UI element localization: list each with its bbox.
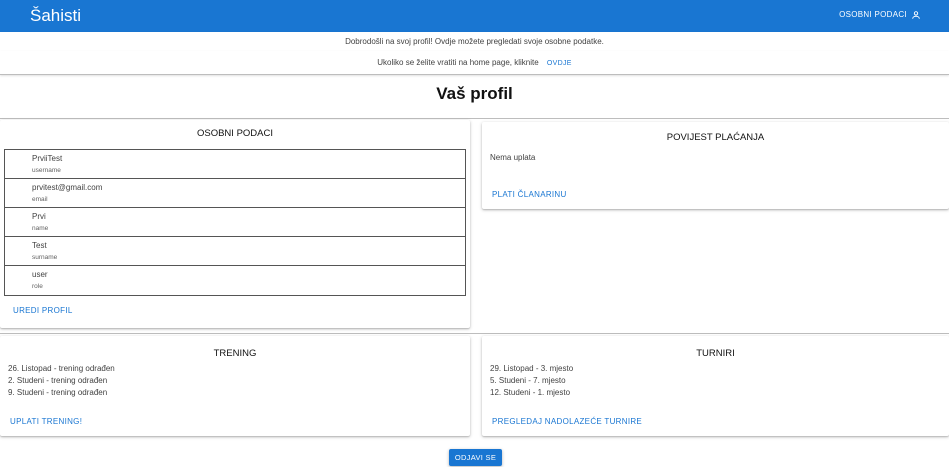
- osobni-podaci-nav-button[interactable]: OSOBNI PODACI: [839, 8, 921, 22]
- logout-button[interactable]: ODJAVI SE: [449, 449, 502, 466]
- list-item: 26. Listopad - trening odrađen: [8, 364, 115, 373]
- tournaments-list: 29. Listopad - 3. mjesto 5. Studeni - 7.…: [490, 363, 573, 399]
- home-text: Ukoliko se želite vratiti na home page, …: [377, 58, 539, 67]
- list-item: 29. Listopad - 3. mjesto: [490, 364, 574, 373]
- edit-profile-button[interactable]: UREDI PROFIL: [13, 306, 73, 315]
- tournaments-card: TURNIRI 29. Listopad - 3. mjesto 5. Stud…: [482, 336, 949, 436]
- training-list: 26. Listopad - trening odrađen 2. Studen…: [8, 363, 115, 399]
- training-title: TRENING: [213, 348, 257, 359]
- pay-training-button[interactable]: UPLATI TRENING!: [10, 417, 82, 426]
- no-payments-text: Nema uplata: [490, 153, 536, 162]
- person-icon: [912, 11, 920, 19]
- personal-data-row: user role: [5, 266, 465, 295]
- role-value: user: [32, 270, 48, 279]
- role-label: role: [32, 283, 43, 290]
- training-card: TRENING 26. Listopad - trening odrađen 2…: [0, 336, 470, 436]
- surname-value: Test: [32, 241, 47, 250]
- divider: [0, 118, 949, 119]
- home-link-button[interactable]: OVDJE: [547, 60, 572, 67]
- payment-history-card: POVIJEST PLAĆANJA Nema uplata PLATI ČLAN…: [482, 122, 949, 209]
- welcome-text: Dobrodošli na svoj profil! Ovdje možete …: [345, 37, 604, 46]
- personal-data-table: PrviiTest username prvitest@gmail.com em…: [4, 149, 466, 296]
- payment-history-title: POVIJEST PLAĆANJA: [666, 132, 765, 143]
- personal-data-row: prvitest@gmail.com email: [5, 179, 465, 208]
- welcome-banner: Dobrodošli na svoj profil! Ovdje možete …: [0, 32, 949, 51]
- list-item: 5. Studeni - 7. mjesto: [490, 376, 566, 385]
- list-item: 9. Studeni - trening odrađen: [8, 388, 108, 397]
- username-label: username: [32, 167, 61, 174]
- view-upcoming-tournaments-button[interactable]: PREGLEDAJ NADOLAZEĆE TURNIRE: [492, 417, 642, 426]
- page-title: Vaš profil: [436, 84, 513, 103]
- home-banner: Ukoliko se želite vratiti na home page, …: [0, 51, 949, 75]
- list-item: 2. Studeni - trening odrađen: [8, 376, 108, 385]
- username-value: PrviiTest: [32, 154, 63, 163]
- email-value: prvitest@gmail.com: [32, 183, 103, 192]
- personal-data-row: Prvi name: [5, 208, 465, 237]
- email-label: email: [32, 196, 48, 203]
- name-label: name: [32, 225, 49, 232]
- personal-data-card: OSOBNI PODACI PrviiTest username prvites…: [0, 120, 470, 328]
- app-title: Šahisti: [30, 6, 82, 25]
- personal-data-row: Test surname: [5, 237, 465, 266]
- app-bar: Šahisti OSOBNI PODACI: [0, 0, 949, 32]
- pay-membership-button[interactable]: PLATI ČLANARINU: [492, 190, 567, 199]
- personal-data-title: OSOBNI PODACI: [196, 128, 273, 139]
- tournaments-title: TURNIRI: [696, 348, 735, 359]
- divider: [0, 333, 949, 334]
- personal-data-row: PrviiTest username: [5, 150, 465, 179]
- nav-button-label: OSOBNI PODACI: [839, 10, 907, 19]
- list-item: 12. Studeni - 1. mjesto: [490, 388, 571, 397]
- name-value: Prvi: [32, 212, 46, 221]
- surname-label: surname: [32, 254, 58, 261]
